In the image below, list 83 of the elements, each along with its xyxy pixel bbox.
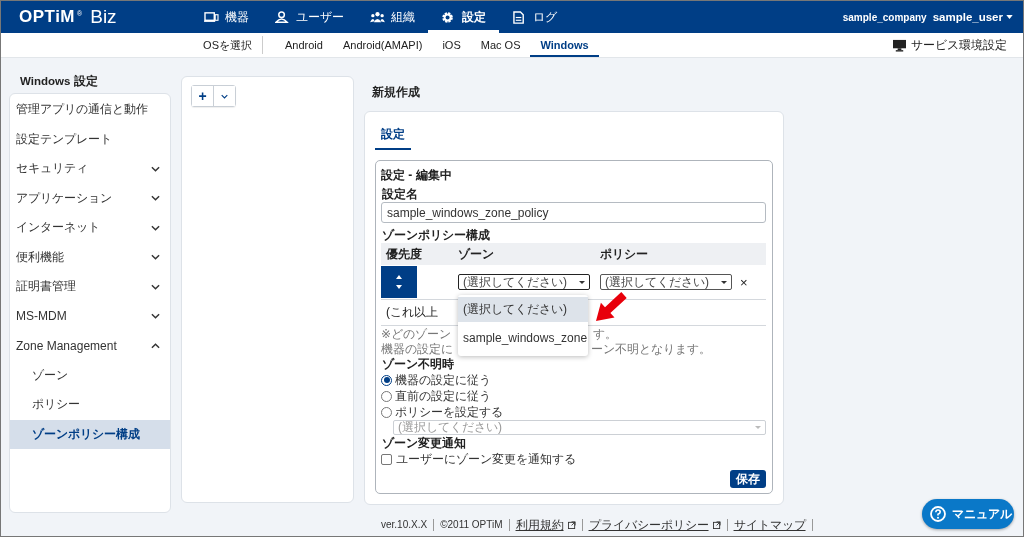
help-icon	[930, 506, 946, 522]
hint-text: 機器の設定に	[381, 341, 453, 358]
os-select-label: OSを選択	[1, 36, 263, 54]
os-tab[interactable]: iOS	[432, 33, 471, 57]
zone-select[interactable]: (選択してください)	[458, 274, 590, 290]
policy-select[interactable]: (選択してください)	[600, 274, 732, 290]
up-arrow-icon	[396, 275, 402, 279]
chevron-down-icon	[221, 93, 228, 99]
user-menu[interactable]: sample_user	[932, 11, 1013, 23]
external-link-icon	[712, 521, 721, 529]
priority-button[interactable]	[381, 266, 417, 298]
company-name: sample_company	[842, 11, 927, 23]
manual-button[interactable]: マニュアル	[922, 499, 1014, 529]
sidebar-item[interactable]: Zone Management	[10, 331, 170, 361]
hint-text: す。	[593, 326, 617, 343]
external-link-icon	[567, 521, 576, 529]
policy-select: (選択してください)	[393, 420, 766, 435]
sidebar-item[interactable]: セキュリティ	[10, 154, 170, 184]
table-note: (これ以上	[386, 304, 438, 321]
radio-button[interactable]	[381, 406, 392, 418]
caret-icon	[755, 426, 761, 429]
column-header: ゾーン	[458, 245, 495, 263]
monitor-icon	[892, 38, 907, 52]
sidebar-subitem[interactable]: ゾーン	[10, 360, 170, 390]
footer-link[interactable]: 利用規約	[515, 519, 564, 531]
settings-icon	[441, 10, 456, 24]
sidebar-title: Windows 設定	[19, 73, 99, 89]
radio-label[interactable]: 直前の設定に従う	[395, 387, 491, 405]
panel-title: 設定 - 編集中	[381, 167, 453, 184]
section-label: ゾーン不明時	[381, 357, 455, 372]
radio-button[interactable]	[381, 390, 392, 402]
column-header: ポリシー	[600, 245, 649, 263]
os-tab[interactable]: Android	[275, 33, 333, 57]
column-header: 優先度	[386, 245, 423, 263]
radio-button[interactable]	[381, 374, 392, 386]
field-label: 設定名	[381, 187, 419, 202]
dropdown-button[interactable]	[214, 86, 235, 106]
dropdown-option[interactable]: sample_windows_zone	[458, 325, 588, 350]
service-settings-link[interactable]: サービス環境設定	[892, 33, 1023, 57]
checkbox-label[interactable]: ユーザーにゾーン変更を通知する	[396, 450, 576, 468]
caret-icon	[1006, 15, 1013, 19]
hint-text: ※どのゾーン	[381, 326, 452, 343]
caret-icon	[579, 280, 585, 284]
page-title: 新規作成	[371, 84, 421, 100]
nav-tab[interactable]: ログ	[499, 1, 570, 33]
sidebar-item[interactable]: インターネット	[10, 213, 170, 243]
form-tab[interactable]: 設定	[375, 122, 411, 150]
dropdown-option[interactable]: (選択してください)	[458, 297, 588, 322]
version-text: ver.10.X.X	[381, 519, 428, 531]
nav-tab[interactable]: 組織	[357, 1, 428, 33]
nav-tab[interactable]: 機器	[191, 1, 262, 33]
name-field[interactable]: sample_windows_zone_policy	[381, 202, 766, 223]
os-tab[interactable]: Windows	[530, 33, 599, 57]
copyright-text: ©2011 OPTiM	[440, 519, 503, 531]
caret-icon	[721, 280, 727, 284]
section-label: ゾーンポリシー構成	[381, 228, 491, 243]
sidebar-item[interactable]: アプリケーション	[10, 183, 170, 213]
group-icon	[370, 10, 385, 24]
document-icon	[512, 10, 527, 24]
nav-tab[interactable]: ユーザー	[262, 1, 357, 33]
footer-link[interactable]: サイトマップ	[733, 519, 806, 531]
save-button[interactable]: 保存	[730, 470, 766, 488]
footer-link[interactable]: プライバシーポリシー	[588, 519, 709, 531]
checkbox[interactable]	[381, 453, 392, 465]
add-button[interactable]: +	[192, 86, 214, 106]
sidebar-item[interactable]: 管理アプリの通信と動作	[10, 95, 170, 125]
hint-text: ーン不明となります。	[591, 341, 711, 358]
section-label: ゾーン変更通知	[381, 436, 467, 451]
radio-label[interactable]: 機器の設定に従う	[395, 371, 491, 389]
sidebar-item[interactable]: 設定テンプレート	[10, 124, 170, 154]
sidebar-item[interactable]: MS-MDM	[10, 301, 170, 331]
sidebar-subitem[interactable]: ゾーンポリシー構成	[10, 419, 170, 449]
delete-button[interactable]: ×	[736, 274, 752, 290]
sidebar-item[interactable]: 便利機能	[10, 242, 170, 272]
sidebar-subitem[interactable]: ポリシー	[10, 390, 170, 420]
down-arrow-icon	[396, 285, 402, 289]
sidebar-item[interactable]: 証明書管理	[10, 272, 170, 302]
os-tab[interactable]: Android(AMAPI)	[332, 33, 433, 57]
os-tab[interactable]: Mac OS	[470, 33, 531, 57]
nav-tab[interactable]: 設定	[428, 1, 499, 33]
laptop-icon	[204, 10, 219, 24]
radio-label[interactable]: ポリシーを設定する	[395, 403, 503, 421]
person-icon	[275, 10, 290, 24]
